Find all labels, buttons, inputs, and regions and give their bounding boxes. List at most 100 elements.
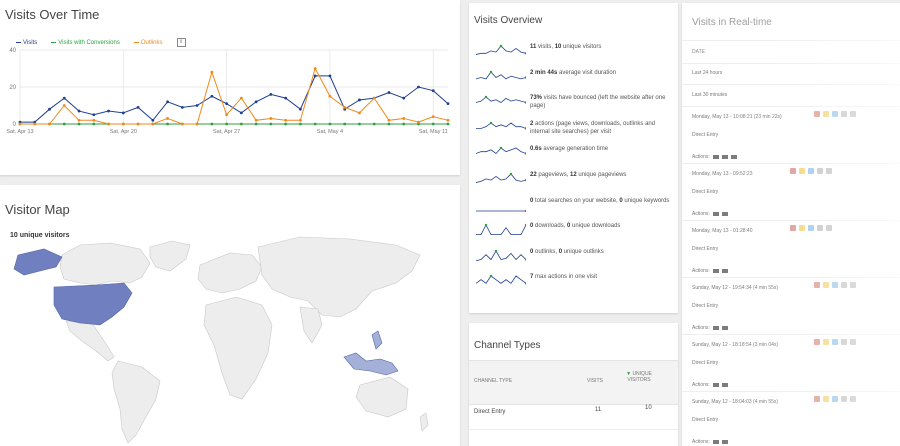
overview-text: 0 downloads, 0 unique downloads bbox=[530, 223, 621, 230]
visit-referrer: Direct Entry bbox=[692, 303, 719, 309]
realtime-visit-entry[interactable]: Monday, May 13 - 01:28:40 Direct Entry Act… bbox=[682, 220, 900, 278]
sparkline-line bbox=[476, 96, 526, 104]
map-africa bbox=[203, 296, 273, 400]
visitor-icons bbox=[814, 339, 856, 345]
sparkline-line bbox=[476, 122, 526, 129]
map-philippines bbox=[371, 330, 383, 350]
visit-referrer: Direct Entry bbox=[692, 132, 719, 138]
device-icon bbox=[841, 396, 847, 402]
sparkline-peak-point bbox=[499, 44, 503, 48]
action-folder-icon bbox=[730, 154, 737, 159]
flag-icon bbox=[814, 339, 820, 345]
sparkline-peak-point bbox=[484, 223, 488, 227]
map-alaska bbox=[13, 248, 63, 276]
data-point bbox=[431, 89, 435, 93]
device-icon bbox=[841, 339, 847, 345]
x-tick-label: Sat, Apr 20 bbox=[110, 129, 137, 135]
flag-icon bbox=[814, 111, 820, 117]
visitor-map-title: Visitor Map bbox=[5, 202, 70, 217]
overview-row[interactable]: 7 max actions in one visit bbox=[469, 271, 678, 296]
overview-row[interactable]: 0 outlinks, 0 unique outlinks bbox=[469, 246, 678, 271]
visit-datetime: Sunday, May 12 - 18:18:54 (3 min 04s) bbox=[692, 342, 779, 348]
x-tick-label: Sat, May 11 bbox=[419, 129, 448, 135]
data-point bbox=[299, 118, 302, 122]
overview-row[interactable]: 0 total searches on your website, 0 uniq… bbox=[469, 195, 678, 220]
overview-row[interactable]: 2 min 44s average visit duration bbox=[469, 67, 678, 92]
data-point bbox=[372, 122, 376, 126]
visit-datetime: Sunday, May 12 - 18:04:03 (4 min 55s) bbox=[692, 399, 779, 405]
x-tick-label: Sat, May 4 bbox=[317, 129, 343, 135]
data-point bbox=[402, 96, 406, 100]
sparkline-peak-point bbox=[489, 70, 493, 73]
realtime-visit-entry[interactable]: Sunday, May 12 - 18:04:03 (4 min 55s) Dir… bbox=[682, 391, 900, 446]
os-icon bbox=[808, 225, 814, 231]
data-point bbox=[210, 94, 214, 98]
data-point bbox=[107, 122, 110, 126]
y-tick-label: 40 bbox=[9, 48, 16, 54]
data-point bbox=[225, 122, 229, 126]
col-visits[interactable]: VISITS bbox=[587, 378, 603, 384]
visits-overview-widget: Visits Overview 11 visits, 10 unique vis… bbox=[469, 3, 678, 313]
visit-actions: Actions: bbox=[692, 154, 737, 160]
data-point bbox=[195, 104, 199, 107]
visit-datetime: Monday, May 13 - 10:08:21 (23 min 22s) bbox=[692, 114, 782, 120]
overview-row[interactable]: 0 downloads, 0 unique downloads bbox=[469, 220, 678, 245]
channel-name[interactable]: Direct Entry bbox=[474, 409, 505, 415]
data-point bbox=[358, 98, 361, 102]
overview-text: 2 actions (page views, downloads, outlin… bbox=[530, 120, 656, 135]
data-point bbox=[77, 122, 81, 126]
overview-text: 22 pageviews, 12 unique pageviews bbox=[530, 172, 627, 178]
action-folder-icon bbox=[721, 325, 728, 330]
data-point bbox=[225, 102, 229, 106]
realtime-visit-entry[interactable]: Monday, May 13 - 09:52:23 Direct Entry Act… bbox=[682, 163, 900, 221]
map-australia bbox=[355, 376, 409, 418]
device-icon bbox=[841, 111, 847, 117]
data-point bbox=[417, 85, 420, 89]
data-point bbox=[195, 122, 199, 126]
data-point bbox=[166, 117, 169, 120]
map-new-zealand bbox=[419, 412, 429, 432]
data-point bbox=[372, 96, 376, 100]
data-point bbox=[402, 122, 406, 126]
data-point bbox=[62, 104, 66, 107]
overview-row[interactable]: 73% visits have bounced (left the websit… bbox=[469, 92, 678, 117]
sparkline bbox=[476, 172, 526, 183]
data-point bbox=[387, 91, 391, 94]
visitor-icons bbox=[814, 282, 856, 288]
col-channel-type[interactable]: CHANNEL TYPE bbox=[474, 378, 512, 384]
col-unique-visitors[interactable]: ▼ UNIQUE VISITORS bbox=[619, 371, 659, 383]
sparkline bbox=[476, 275, 526, 285]
sparkline-line bbox=[476, 224, 526, 236]
overview-text: 0.6s average generation time bbox=[530, 146, 609, 153]
screen-icon bbox=[850, 282, 856, 288]
data-point bbox=[62, 96, 66, 100]
device-icon bbox=[841, 282, 847, 288]
visitor-icons bbox=[814, 111, 856, 117]
data-point bbox=[446, 122, 450, 126]
data-point bbox=[77, 109, 81, 113]
realtime-last-30m: Last 30 minutes bbox=[682, 84, 900, 107]
screen-icon bbox=[850, 396, 856, 402]
data-point bbox=[239, 122, 243, 126]
overview-row[interactable]: 2 actions (page views, downloads, outlin… bbox=[469, 118, 678, 143]
action-folder-icon bbox=[721, 268, 728, 273]
overview-row[interactable]: 0.6s average generation time bbox=[469, 143, 678, 168]
overview-row[interactable]: 11 visits, 10 unique visitors bbox=[469, 41, 678, 66]
realtime-visit-entry[interactable]: Sunday, May 12 - 18:18:54 (3 min 04s) Dir… bbox=[682, 334, 900, 392]
visitor-icons bbox=[790, 225, 832, 231]
data-point bbox=[269, 117, 273, 120]
data-point bbox=[358, 111, 361, 115]
overview-row[interactable]: 22 pageviews, 12 unique pageviews bbox=[469, 169, 678, 194]
realtime-visit-entry[interactable]: Sunday, May 12 - 19:54:34 (4 min 55s) Dir… bbox=[682, 277, 900, 335]
overview-text: 7 max actions in one visit bbox=[530, 274, 598, 281]
sparkline-end-point bbox=[524, 75, 526, 79]
sparkline-peak-point bbox=[494, 249, 498, 252]
os-icon bbox=[832, 282, 838, 288]
sparkline bbox=[476, 44, 526, 55]
table-row[interactable]: Direct Entry 11 10 bbox=[469, 403, 678, 430]
data-point bbox=[328, 94, 332, 98]
map-usa bbox=[53, 282, 133, 326]
realtime-visit-entry[interactable]: Monday, May 13 - 10:08:21 (23 min 22s) Di… bbox=[682, 106, 900, 164]
data-point bbox=[387, 118, 391, 122]
sparkline-line bbox=[476, 70, 526, 79]
